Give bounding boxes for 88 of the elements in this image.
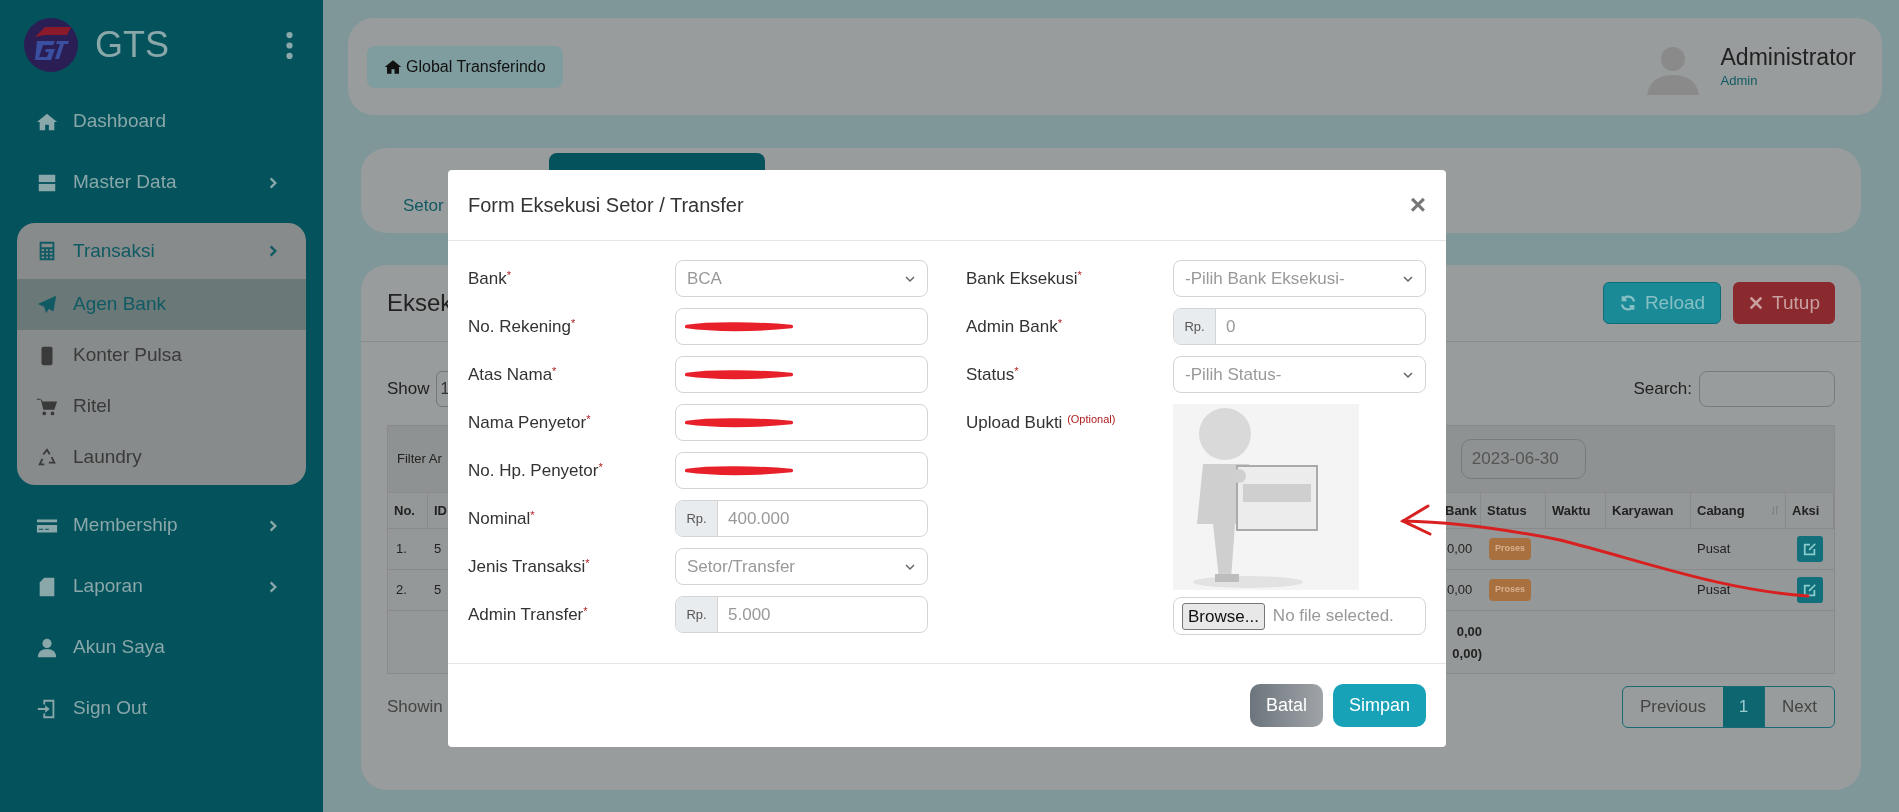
- input-field[interactable]: Rp. 5.000: [675, 596, 928, 633]
- input-field[interactable]: [675, 356, 928, 393]
- refresh-icon: [1618, 294, 1637, 312]
- close-button[interactable]: ×: [1409, 191, 1426, 219]
- sidebar-item[interactable]: Sign Out: [0, 678, 323, 739]
- search-field[interactable]: [1699, 371, 1835, 407]
- user-name: Administrator: [1720, 42, 1856, 71]
- edit-icon: [1803, 583, 1817, 597]
- table-cell-text: 5: [433, 581, 443, 600]
- logo-icon: [23, 17, 79, 73]
- user-icon: [36, 636, 58, 659]
- field-label: Admin Bank$^{*}$: [966, 315, 1063, 338]
- date-field[interactable]: 2023-06-30: [1460, 439, 1586, 479]
- more-vertical-icon[interactable]: [286, 31, 293, 59]
- field-label: Status$^{*}$: [966, 363, 1020, 386]
- file-status: No file selected.: [1272, 605, 1394, 628]
- field-label: Nominal$^{*}$: [468, 507, 536, 530]
- paper-plane-icon: [36, 293, 58, 316]
- table-cell-text: 0,00: [1446, 581, 1474, 600]
- table-cell-text: 1.: [395, 540, 408, 559]
- currency-prefix: Rp.: [676, 501, 718, 536]
- input-field[interactable]: Rp. 0: [1173, 308, 1426, 345]
- edit-icon: [1803, 542, 1817, 556]
- edit-button[interactable]: [1797, 536, 1823, 562]
- status-badge: Proses: [1489, 579, 1532, 601]
- table-cell-text: Pusat: [1696, 540, 1732, 559]
- column-header: Cabang: [1691, 493, 1786, 528]
- brand-name: GTS: [95, 23, 169, 67]
- filter-label: Filter Ar: [397, 450, 442, 469]
- sidebar-item[interactable]: Membership: [0, 495, 323, 556]
- field-label: Admin Transfer$^{*}$: [468, 603, 589, 626]
- select-field[interactable]: BCA: [675, 260, 928, 297]
- input-field[interactable]: [675, 404, 928, 441]
- input-field[interactable]: Rp. 400.000: [675, 500, 928, 537]
- column-header: Aksi: [1786, 493, 1834, 528]
- sidebar-subitem[interactable]: Konter Pulsa: [17, 330, 306, 381]
- next-button[interactable]: Next: [1764, 687, 1834, 727]
- file-input[interactable]: Browse... No file selected.: [1173, 597, 1426, 635]
- sidebar-subitem[interactable]: Laundry: [17, 432, 306, 483]
- column-header: Status: [1481, 493, 1546, 528]
- show-label: Show: [387, 378, 430, 401]
- sidebar-item[interactable]: Transaksi: [17, 223, 306, 279]
- breadcrumb-button[interactable]: Global Transferindo: [367, 45, 563, 88]
- close-button[interactable]: Tutup: [1733, 282, 1835, 324]
- close-icon: [1748, 295, 1765, 311]
- table-cell-text: 2.: [395, 581, 408, 600]
- column-header: Karyawan: [1606, 493, 1691, 528]
- field-label: Atas Nama$^{*}$: [468, 363, 558, 386]
- reload-button[interactable]: Reload: [1602, 282, 1722, 324]
- currency-prefix: Rp.: [1174, 309, 1216, 344]
- sidebar-item[interactable]: Akun Saya: [0, 617, 323, 678]
- sidebar-item[interactable]: Master Data: [0, 152, 323, 213]
- input-field[interactable]: [675, 308, 928, 345]
- sidebar-item[interactable]: Laporan: [0, 556, 323, 617]
- total-value: 0,00: [1455, 623, 1482, 641]
- save-button[interactable]: Simpan: [1332, 684, 1426, 727]
- currency-prefix: Rp.: [676, 597, 718, 632]
- field-label: Bank Eksekusi$^{*}$: [966, 267, 1083, 290]
- sidebar-item[interactable]: Dashboard: [0, 91, 323, 152]
- edit-button[interactable]: [1797, 577, 1823, 603]
- field-label: Jenis Transaksi$^{*}$: [468, 555, 591, 578]
- sort-icon: [1771, 505, 1779, 516]
- table-cell-text: 5: [433, 540, 443, 559]
- column-header: No.: [388, 493, 428, 528]
- cancel-button[interactable]: Batal: [1249, 684, 1323, 727]
- select-field[interactable]: -Pilih Status-: [1173, 356, 1426, 393]
- input-field[interactable]: [675, 452, 928, 489]
- field-label: Upload Bukti $^{(Optional)}$: [966, 411, 1117, 434]
- showing-text: Showin: [387, 696, 443, 719]
- select-field[interactable]: -Pilih Bank Eksekusi-: [1173, 260, 1426, 297]
- field-label: Bank$^{*}$: [468, 267, 513, 290]
- column-header: Waktu: [1546, 493, 1606, 528]
- field-label: Nama Penyetor$^{*}$: [468, 411, 592, 434]
- tab[interactable]: Setor: [403, 193, 444, 219]
- sidebar-subitem[interactable]: Ritel: [17, 381, 306, 432]
- status-badge: Proses: [1489, 538, 1532, 560]
- user-role: Admin: [1720, 71, 1759, 90]
- total-value: 0,00): [1451, 645, 1482, 663]
- modal-title: Form Eksekusi Setor / Transfer: [468, 193, 744, 218]
- previous-button[interactable]: Previous: [1622, 687, 1724, 727]
- table-cell-text: 0,00: [1446, 540, 1474, 559]
- page-button[interactable]: 1: [1723, 687, 1765, 727]
- table-cell-text: Pusat: [1696, 581, 1732, 600]
- browse-button[interactable]: Browse...: [1182, 602, 1265, 630]
- search-label: Search:: [1633, 378, 1692, 401]
- field-label: No. Hp. Penyetor$^{*}$: [468, 459, 604, 482]
- field-label: No. Rekening$^{*}$: [468, 315, 577, 338]
- select-field[interactable]: Setor/Transfer: [675, 548, 928, 585]
